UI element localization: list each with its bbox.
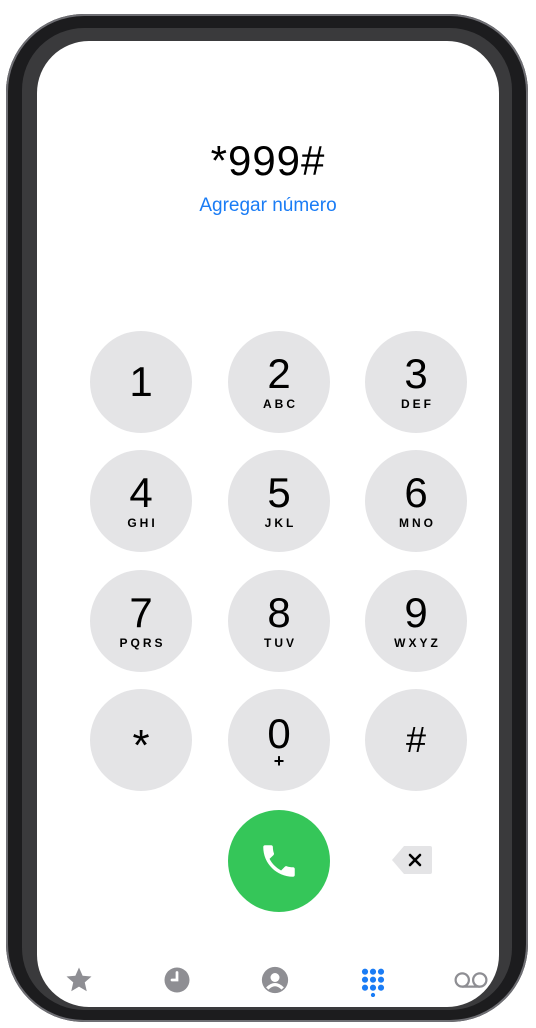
key-digit: 6 [404, 469, 428, 516]
key-9[interactable]: 9 WXYZ [365, 570, 467, 672]
key-digit: 2 [267, 350, 291, 397]
key-letters: JKL [264, 516, 297, 530]
tab-voicemail[interactable] [441, 965, 499, 1007]
tab-favorites[interactable] [49, 965, 109, 1007]
dialer-screen: *999# Agregar número 1 2 ABC 3 DEF 4 GHI… [37, 41, 499, 1007]
call-button[interactable] [228, 810, 330, 912]
key-hash[interactable]: # [365, 689, 467, 791]
clock-icon [164, 967, 190, 993]
key-letters: PQRS [119, 636, 166, 650]
key-letters: DEF [401, 397, 434, 411]
key-letters: TUV [264, 636, 297, 650]
keypad-icon [361, 968, 385, 997]
key-star[interactable]: * [90, 689, 192, 791]
delete-icon [392, 846, 432, 874]
key-digit: # [405, 719, 427, 760]
delete-button[interactable] [390, 844, 434, 876]
add-number-link[interactable]: Agregar número [37, 195, 499, 217]
tab-keypad[interactable] [343, 965, 403, 1007]
key-3[interactable]: 3 DEF [365, 331, 467, 433]
dialed-number: *999# [210, 137, 326, 184]
key-digit: 4 [129, 469, 153, 516]
key-digit: 3 [404, 350, 428, 397]
key-digit: 0 [267, 710, 291, 757]
phone-icon [263, 845, 295, 877]
key-letters: GHI [127, 516, 158, 530]
key-digit: 1 [129, 358, 153, 405]
key-4[interactable]: 4 GHI [90, 450, 192, 552]
key-2[interactable]: 2 ABC [228, 331, 330, 433]
tab-recents[interactable] [147, 965, 207, 1007]
key-6[interactable]: 6 MNO [365, 450, 467, 552]
voicemail-icon [454, 972, 488, 988]
key-digit: 9 [404, 589, 428, 636]
key-digit: 5 [267, 469, 291, 516]
key-8[interactable]: 8 TUV [228, 570, 330, 672]
contact-icon [261, 966, 289, 994]
key-letters: + [273, 751, 285, 771]
key-digit: 8 [267, 589, 291, 636]
key-7[interactable]: 7 PQRS [90, 570, 192, 672]
key-digit: * [132, 721, 150, 770]
key-0[interactable]: 0 + [228, 689, 330, 791]
key-1[interactable]: 1 [90, 331, 192, 433]
tab-contacts[interactable] [245, 965, 305, 1007]
key-letters: ABC [263, 397, 298, 411]
tab-bar [37, 959, 499, 1007]
star-icon [66, 967, 92, 992]
key-5[interactable]: 5 JKL [228, 450, 330, 552]
key-digit: 7 [129, 589, 153, 636]
key-letters: MNO [399, 516, 436, 530]
key-letters: WXYZ [394, 636, 441, 650]
